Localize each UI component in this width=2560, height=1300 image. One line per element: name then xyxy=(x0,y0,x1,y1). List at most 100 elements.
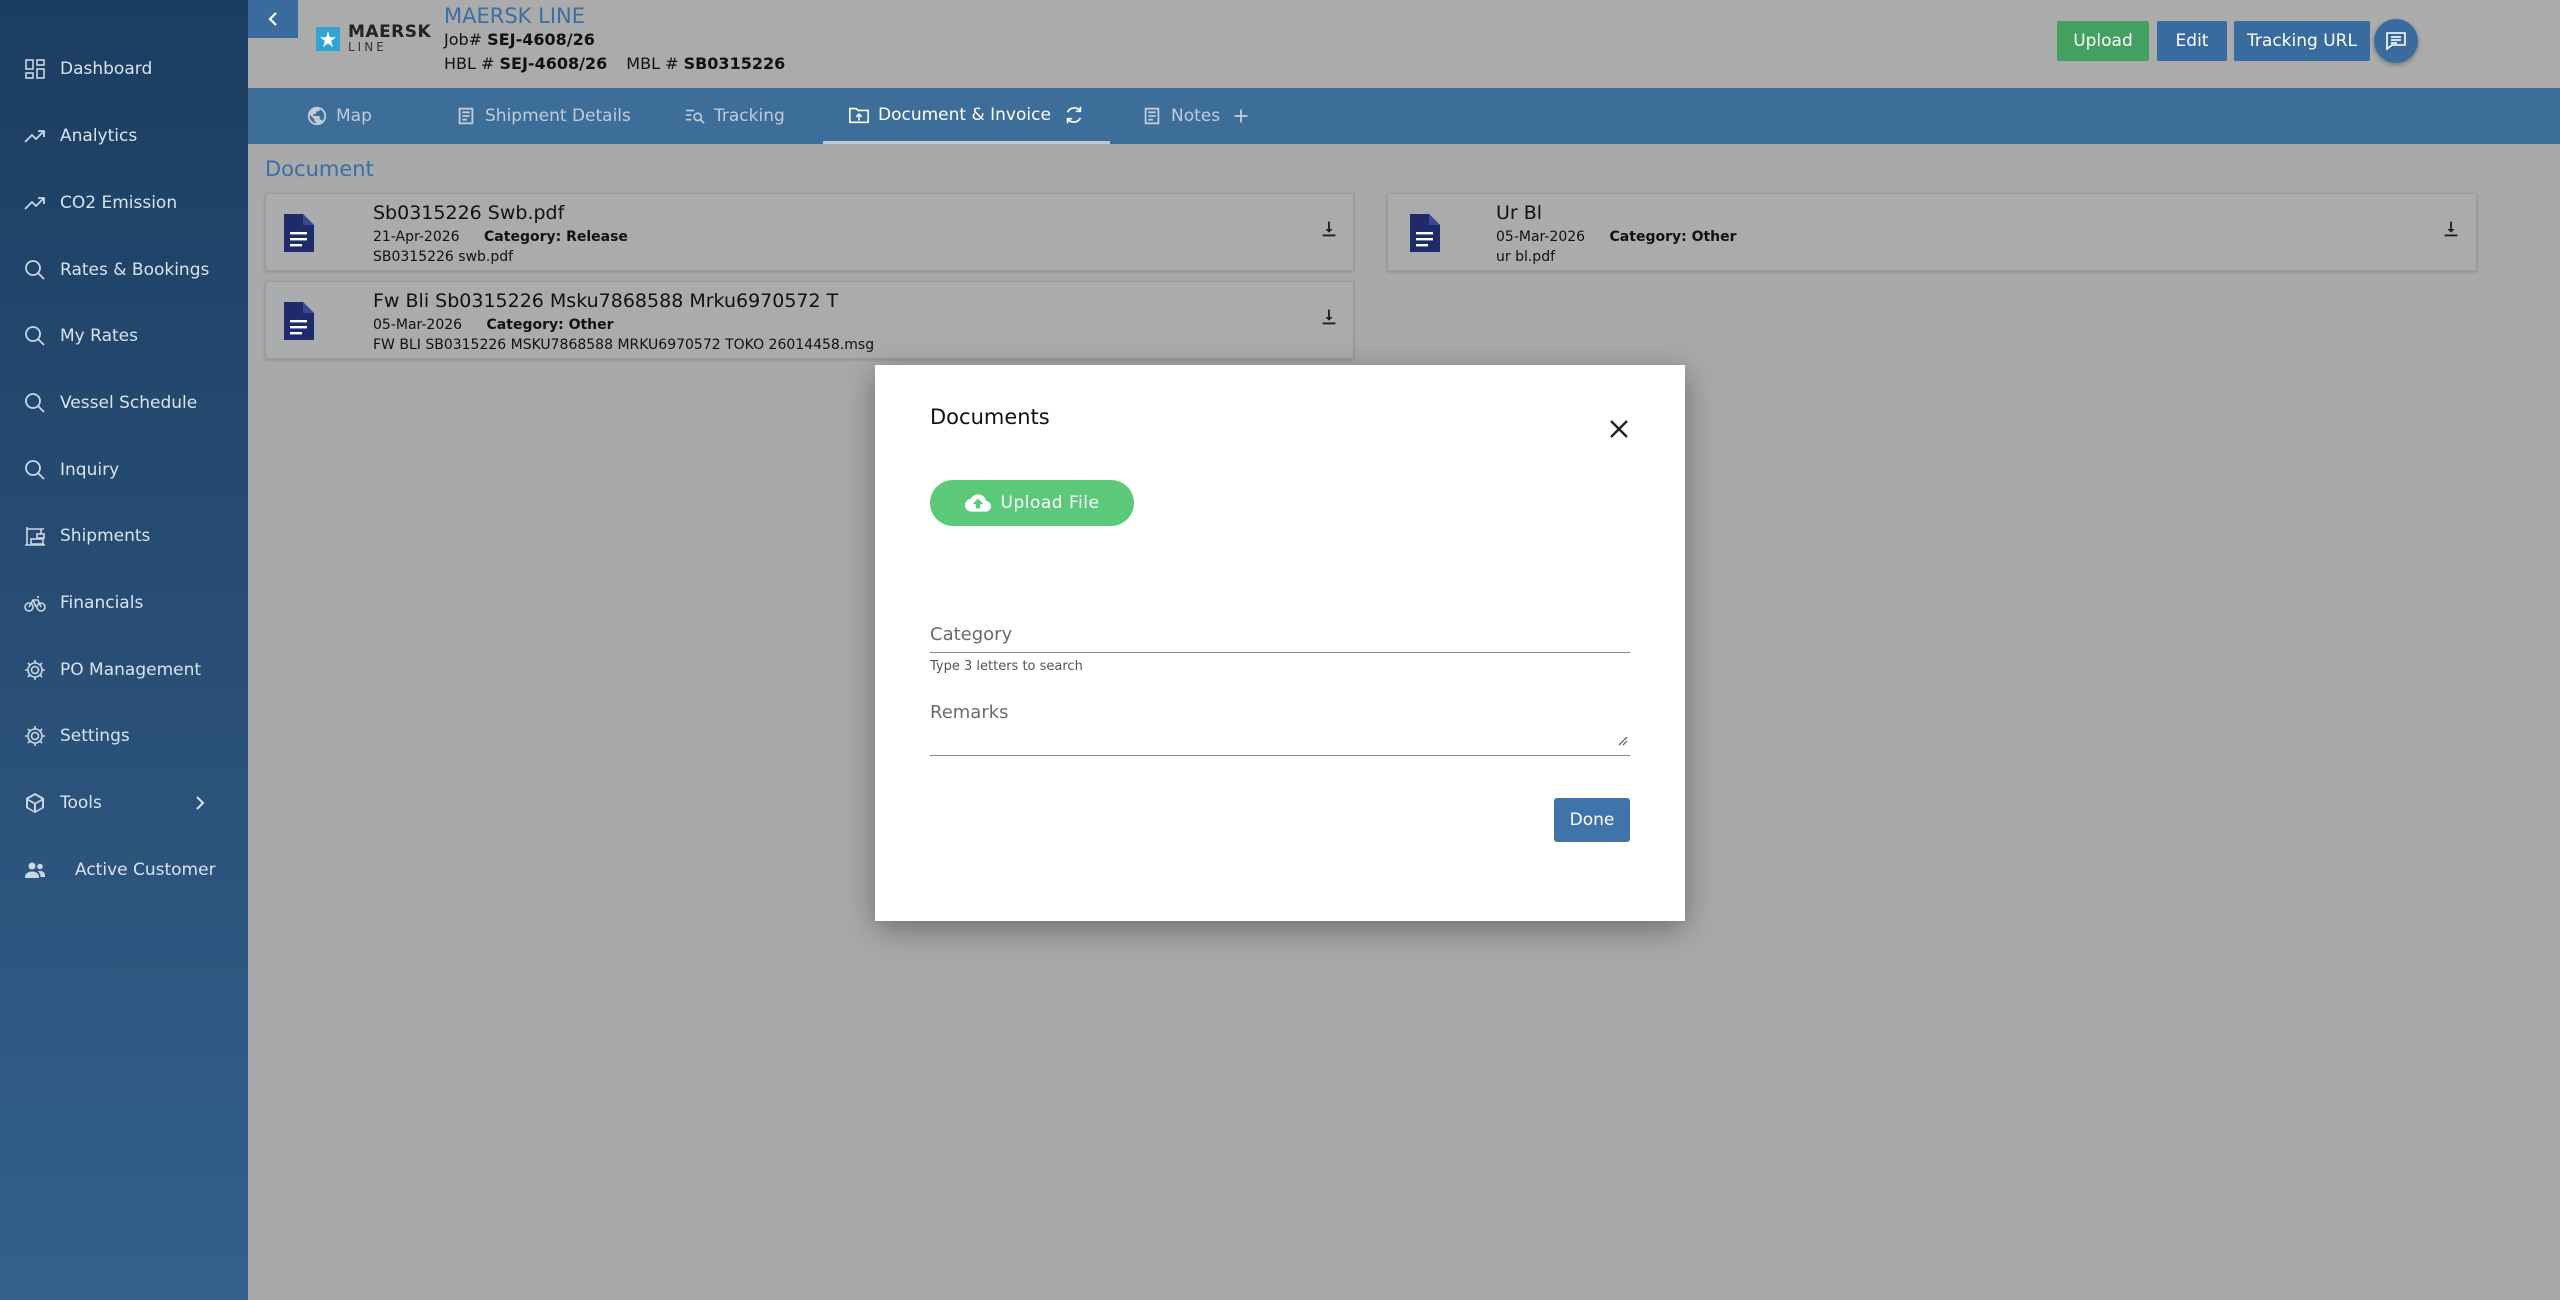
sidebar-item-po-management[interactable]: PO Management xyxy=(0,650,248,690)
sidebar-item-label: Inquiry xyxy=(60,460,120,480)
tab-label: Notes xyxy=(1171,106,1221,126)
category-hint: Type 3 letters to search xyxy=(930,659,1083,674)
document-date: 05-Mar-2026 xyxy=(1496,229,1586,245)
download-icon[interactable] xyxy=(2440,218,2462,240)
sidebar-item-label: Rates & Bookings xyxy=(60,260,210,280)
resize-handle-icon[interactable] xyxy=(1616,734,1628,746)
sidebar-item-rates-bookings[interactable]: Rates & Bookings xyxy=(0,250,248,290)
tab-label: Tracking xyxy=(714,106,785,126)
tab-tracking[interactable]: Tracking xyxy=(684,88,785,144)
bl-numbers: HBL # SEJ-4608/26 MBL # SB0315226 xyxy=(444,54,785,73)
document-meta: 21-Apr-2026 Category: Release xyxy=(373,229,628,245)
crane-icon xyxy=(22,523,48,549)
document-card[interactable]: Sb0315226 Swb.pdf 21-Apr-2026 Category: … xyxy=(265,193,1354,271)
form-icon xyxy=(458,107,474,125)
dashboard-icon xyxy=(22,56,48,82)
plus-icon[interactable] xyxy=(1230,105,1252,127)
document-filename: ur bl.pdf xyxy=(1496,249,1556,265)
remarks-input[interactable] xyxy=(930,700,1630,756)
document-filename: FW BLI SB0315226 MSKU7868588 MRKU6970572… xyxy=(373,337,875,353)
sidebar-item-shipments[interactable]: Shipments xyxy=(0,516,248,556)
document-icon xyxy=(284,302,314,340)
search-icon xyxy=(22,390,48,416)
category-input[interactable] xyxy=(930,617,1630,653)
download-icon[interactable] xyxy=(1318,218,1340,240)
sidebar-item-label: Active Customer xyxy=(75,860,216,880)
logo-sub-text: LINE xyxy=(348,40,387,54)
search-icon xyxy=(22,257,48,283)
tab-shipment-details[interactable]: Shipment Details xyxy=(455,88,631,144)
sidebar: Dashboard Analytics CO2 Emission Rates &… xyxy=(0,0,248,1300)
document-category: Category: Other xyxy=(486,317,614,333)
back-button[interactable] xyxy=(248,0,298,38)
document-title: Fw Bli Sb0315226 Msku7868588 Mrku6970572… xyxy=(373,290,839,312)
chevron-right-icon xyxy=(196,796,205,810)
carrier-logo: MAERSK LINE xyxy=(316,24,431,53)
maersk-star-icon xyxy=(316,26,340,51)
tab-notes[interactable]: Notes xyxy=(1141,88,1260,144)
mbl-label: MBL # xyxy=(626,54,679,73)
document-card[interactable]: Ur Bl 05-Mar-2026 Category: Other ur bl.… xyxy=(1387,193,2477,271)
sidebar-item-label: Settings xyxy=(60,726,130,746)
sidebar-item-financials[interactable]: Financials xyxy=(0,583,248,623)
people-icon xyxy=(22,857,48,883)
chat-icon xyxy=(2386,32,2406,51)
sidebar-item-label: Financials xyxy=(60,593,144,613)
tab-map[interactable]: Map xyxy=(306,88,372,144)
sidebar-item-label: My Rates xyxy=(60,326,138,346)
job-value: SEJ-4608/26 xyxy=(487,30,595,49)
document-meta: 05-Mar-2026 Category: Other xyxy=(1496,229,1737,245)
sidebar-item-co2-emission[interactable]: CO2 Emission xyxy=(0,183,248,223)
job-label: Job# xyxy=(444,30,483,49)
document-card[interactable]: Fw Bli Sb0315226 Msku7868588 Mrku6970572… xyxy=(265,281,1354,359)
shipment-header: MAERSK LINE MAERSK LINE Job# SEJ-4608/26… xyxy=(248,0,2560,88)
sidebar-item-label: Analytics xyxy=(60,126,138,146)
sidebar-item-analytics[interactable]: Analytics xyxy=(0,116,248,156)
cloud-upload-icon xyxy=(964,494,991,512)
chat-button[interactable] xyxy=(2374,19,2418,63)
upload-file-button[interactable]: Upload File xyxy=(930,480,1134,526)
modal-title: Documents xyxy=(930,405,1050,429)
hbl-value: SEJ-4608/26 xyxy=(499,54,608,73)
trending-up-icon xyxy=(22,190,48,216)
sidebar-item-dashboard[interactable]: Dashboard xyxy=(0,49,248,89)
sidebar-item-label: Tools xyxy=(60,793,102,813)
document-date: 21-Apr-2026 xyxy=(373,229,460,245)
chevron-left-icon xyxy=(268,12,277,26)
sidebar-item-settings[interactable]: Settings xyxy=(0,716,248,756)
refresh-icon[interactable] xyxy=(1063,104,1085,126)
documents-modal: Documents Upload File Type 3 letters to … xyxy=(875,365,1685,921)
done-button[interactable]: Done xyxy=(1554,798,1630,842)
document-meta: 05-Mar-2026 Category: Other xyxy=(373,317,614,333)
sidebar-item-label: CO2 Emission xyxy=(60,193,178,213)
sidebar-item-inquiry[interactable]: Inquiry xyxy=(0,450,248,490)
globe-icon xyxy=(307,106,327,126)
document-category: Category: Other xyxy=(1609,229,1737,245)
document-icon xyxy=(284,214,314,252)
document-title: Sb0315226 Swb.pdf xyxy=(373,202,565,224)
sidebar-item-label: PO Management xyxy=(60,660,202,680)
upload-button[interactable]: Upload xyxy=(2057,21,2149,61)
job-number: Job# SEJ-4608/26 xyxy=(444,30,595,49)
edit-button[interactable]: Edit xyxy=(2157,21,2227,61)
sidebar-item-vessel-schedule[interactable]: Vessel Schedule xyxy=(0,383,248,423)
sidebar-item-my-rates[interactable]: My Rates xyxy=(0,316,248,356)
download-icon[interactable] xyxy=(1318,306,1340,328)
trending-up-icon xyxy=(22,123,48,149)
tab-document-invoice[interactable]: Document & Invoice xyxy=(823,88,1110,144)
close-icon[interactable] xyxy=(1605,415,1633,443)
sidebar-item-label: Vessel Schedule xyxy=(60,393,198,413)
box-icon xyxy=(22,790,48,816)
document-icon xyxy=(1410,214,1440,252)
folder-upload-icon xyxy=(849,107,869,123)
document-section-title: Document xyxy=(265,157,374,181)
gear-icon xyxy=(22,657,48,683)
tab-label: Shipment Details xyxy=(485,106,631,126)
search-icon xyxy=(22,457,48,483)
document-category: Category: Release xyxy=(484,229,628,245)
sidebar-item-tools[interactable]: Tools xyxy=(0,783,248,823)
upload-file-label: Upload File xyxy=(1000,493,1100,513)
tab-label: Document & Invoice xyxy=(878,104,1051,125)
sidebar-item-active-customer[interactable]: Active Customer xyxy=(0,850,248,890)
tracking-url-button[interactable]: Tracking URL xyxy=(2234,21,2370,61)
